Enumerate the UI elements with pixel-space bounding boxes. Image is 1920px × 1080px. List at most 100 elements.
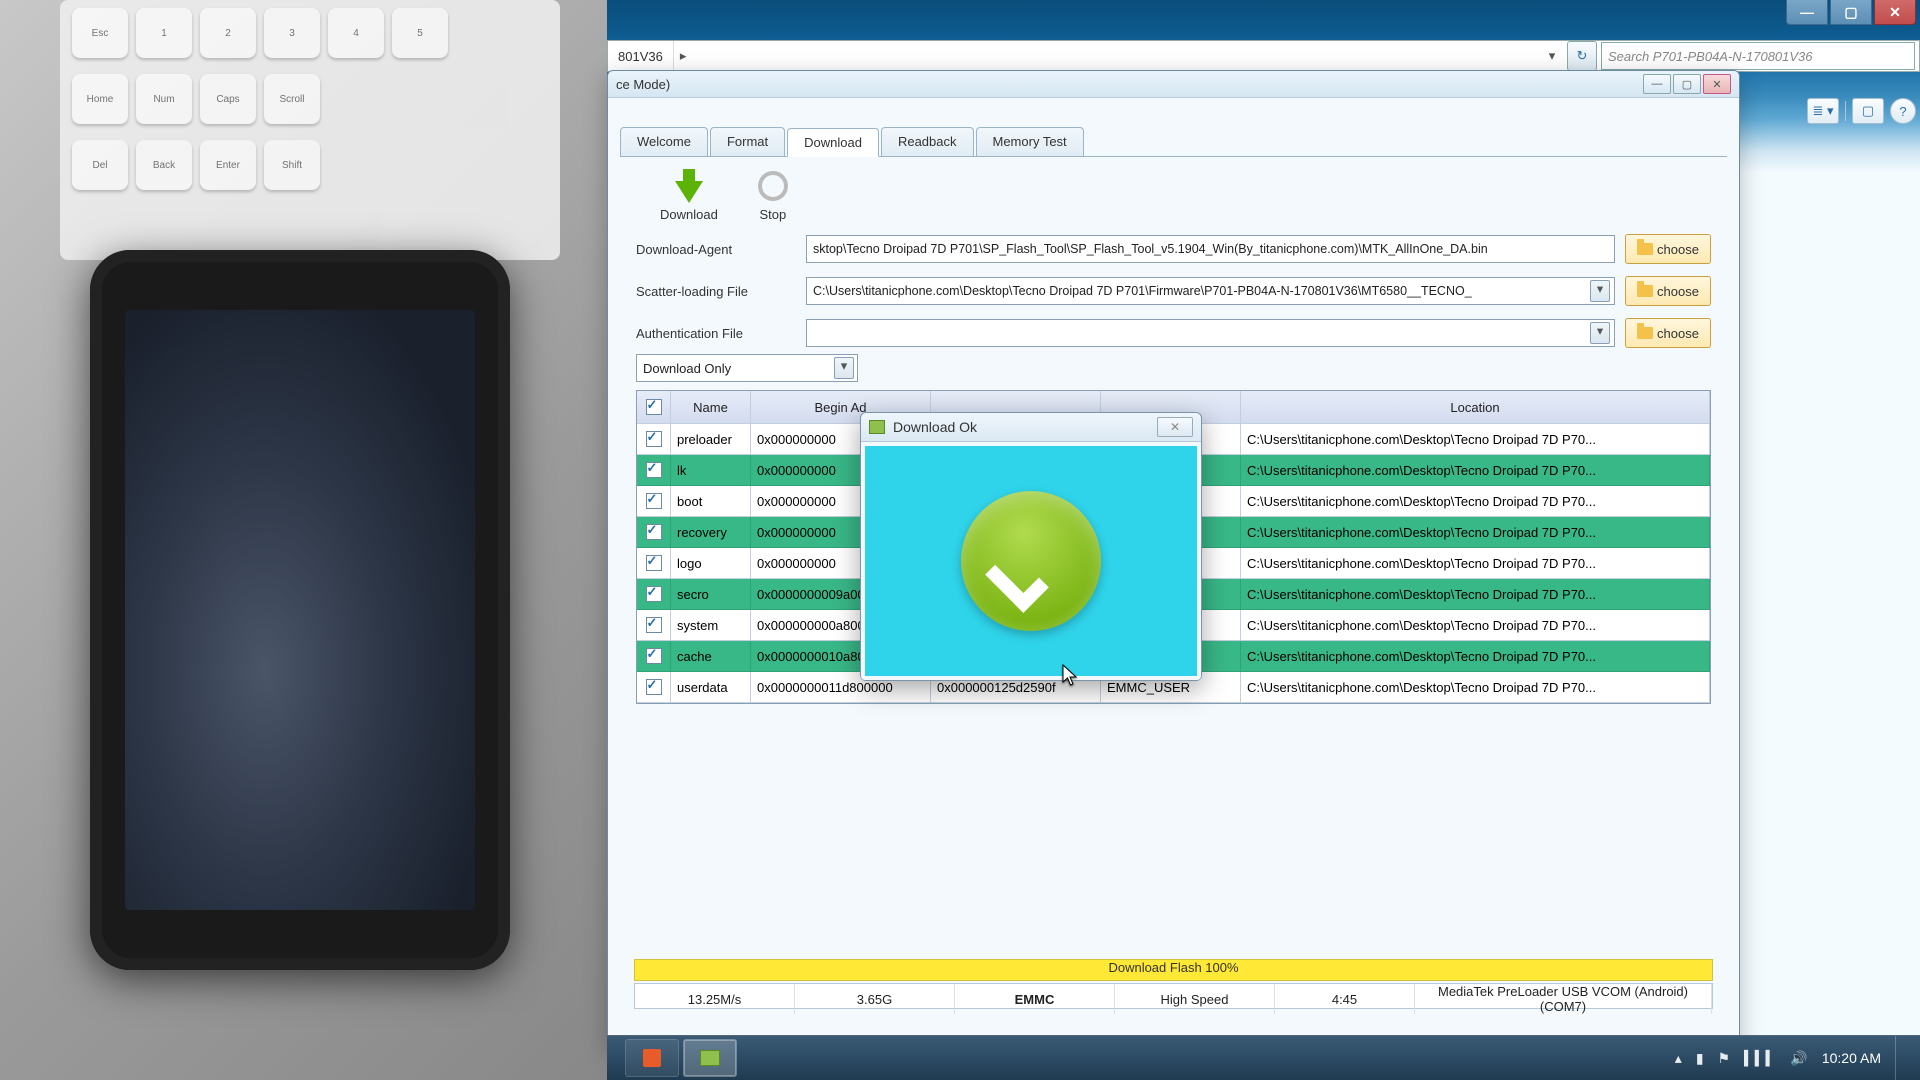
tab-welcome[interactable]: Welcome	[620, 127, 708, 156]
preview-pane-button[interactable]: ▢	[1852, 98, 1884, 124]
taskbar-app-1[interactable]	[625, 1039, 679, 1077]
download-action-button[interactable]: Download	[660, 169, 718, 222]
refresh-button[interactable]: ↻	[1567, 41, 1597, 71]
cell-location: C:\Users\titanicphone.com\Desktop\Tecno …	[1241, 641, 1710, 672]
view-options-button[interactable]: ≣ ▾	[1807, 98, 1839, 124]
explorer-view-toolbar: ≣ ▾ ▢ ?	[1807, 98, 1916, 124]
taskbar-app-sp-flash-tool[interactable]	[683, 1039, 737, 1077]
tab-readback[interactable]: Readback	[881, 127, 974, 156]
stop-action-label: Stop	[759, 207, 786, 222]
cell-location: C:\Users\titanicphone.com\Desktop\Tecno …	[1241, 579, 1710, 610]
stop-action-button[interactable]: Stop	[758, 169, 788, 222]
app-icon	[643, 1049, 661, 1067]
row-checkbox[interactable]	[646, 462, 662, 478]
sp-maximize-button[interactable]: ▢	[1673, 74, 1701, 94]
col-location[interactable]: Location	[1241, 391, 1710, 424]
windows-taskbar[interactable]: ▴ ▮ ⚑ ▍▍▍ 🔊 10:20 AM	[607, 1035, 1920, 1080]
tab-memory-test[interactable]: Memory Test	[976, 127, 1084, 156]
input-download-agent[interactable]: sktop\Tecno Droipad 7D P701\SP_Flash_Too…	[806, 235, 1615, 263]
cell-name: preloader	[671, 424, 751, 455]
cell-location: C:\Users\titanicphone.com\Desktop\Tecno …	[1241, 455, 1710, 486]
show-desktop-button[interactable]	[1895, 1036, 1908, 1080]
tray-clock[interactable]: 10:20 AM	[1822, 1050, 1881, 1066]
header-checkbox[interactable]	[646, 399, 662, 415]
success-check-icon	[961, 491, 1101, 631]
dialog-title-text: Download Ok	[893, 419, 977, 435]
cell-name: secro	[671, 579, 751, 610]
row-checkbox[interactable]	[646, 524, 662, 540]
choose-label: choose	[1657, 242, 1699, 257]
sp-close-button[interactable]: ✕	[1703, 74, 1731, 94]
label-download-agent: Download-Agent	[636, 242, 796, 257]
row-checkbox[interactable]	[646, 493, 662, 509]
tray-battery-icon[interactable]: ▮	[1696, 1050, 1704, 1067]
choose-scatter-button[interactable]: choose	[1625, 276, 1711, 306]
row-checkbox[interactable]	[646, 679, 662, 695]
cell-location: C:\Users\titanicphone.com\Desktop\Tecno …	[1241, 610, 1710, 641]
stop-icon	[758, 171, 788, 201]
row-checkbox[interactable]	[646, 617, 662, 633]
folder-icon	[1637, 327, 1653, 339]
download-action-label: Download	[660, 207, 718, 222]
physical-photo-background: Esc12345 HomeNumCapsScroll DelBackEnterS…	[0, 0, 610, 1080]
status-device: MediaTek PreLoader USB VCOM (Android) (C…	[1415, 984, 1712, 1014]
explorer-address-bar[interactable]: 801V36 ▸ ▾ ↻ Search P701-PB04A-N-170801V…	[607, 40, 1920, 72]
row-checkbox[interactable]	[646, 555, 662, 571]
cell-location: C:\Users\titanicphone.com\Desktop\Tecno …	[1241, 486, 1710, 517]
dialog-titlebar[interactable]: Download Ok ✕	[861, 413, 1201, 442]
dialog-body	[861, 442, 1201, 680]
physical-keyboard: Esc12345 HomeNumCapsScroll DelBackEnterS…	[60, 0, 560, 260]
download-mode-select[interactable]: Download Only	[636, 354, 858, 382]
status-size: 3.65G	[795, 984, 955, 1014]
cell-name: system	[671, 610, 751, 641]
status-bar: 13.25M/s 3.65G EMMC High Speed 4:45 Medi…	[634, 983, 1713, 1009]
download-arrow-icon	[675, 181, 703, 203]
tray-volume-icon[interactable]: 🔊	[1790, 1050, 1807, 1067]
col-name[interactable]: Name	[671, 391, 751, 424]
outer-minimize-button[interactable]: —	[1786, 0, 1828, 25]
status-speed: 13.25M/s	[635, 984, 795, 1014]
help-button[interactable]: ?	[1890, 98, 1916, 124]
tray-flag-icon[interactable]: ⚑	[1718, 1050, 1731, 1067]
cell-name: boot	[671, 486, 751, 517]
cell-name: cache	[671, 641, 751, 672]
choose-label: choose	[1657, 284, 1699, 299]
tab-format[interactable]: Format	[710, 127, 785, 156]
tray-chevron-up-icon[interactable]: ▴	[1675, 1050, 1682, 1067]
dialog-close-button[interactable]: ✕	[1157, 417, 1193, 437]
choose-da-button[interactable]: choose	[1625, 234, 1711, 264]
tab-download[interactable]: Download	[787, 128, 879, 157]
breadcrumb-arrow-icon[interactable]: ▸	[674, 48, 693, 64]
cell-location: C:\Users\titanicphone.com\Desktop\Tecno …	[1241, 424, 1710, 455]
refresh-icon: ↻	[1577, 48, 1588, 64]
breadcrumb-dropdown-icon[interactable]: ▾	[1541, 48, 1563, 64]
label-auth-file: Authentication File	[636, 326, 796, 341]
toolbar-separator	[1845, 101, 1846, 121]
app-icon	[700, 1050, 720, 1066]
status-usb-mode: High Speed	[1115, 984, 1275, 1014]
mouse-cursor-icon	[1062, 664, 1080, 688]
cell-name: userdata	[671, 672, 751, 703]
choose-auth-button[interactable]: choose	[1625, 318, 1711, 348]
flash-progress-bar: Download Flash 100%	[634, 959, 1713, 981]
row-checkbox[interactable]	[646, 431, 662, 447]
status-storage: EMMC	[955, 984, 1115, 1014]
sp-title-text: ce Mode)	[616, 77, 670, 92]
breadcrumb-segment[interactable]: 801V36	[608, 41, 674, 71]
outer-window-controls: — ▢ ✕	[1786, 0, 1916, 25]
row-checkbox[interactable]	[646, 586, 662, 602]
sp-titlebar[interactable]: ce Mode) — ▢ ✕	[608, 71, 1739, 98]
system-tray: ▴ ▮ ⚑ ▍▍▍ 🔊 10:20 AM	[1675, 1036, 1920, 1080]
physical-phone	[90, 250, 510, 970]
input-scatter-file[interactable]: C:\Users\titanicphone.com\Desktop\Tecno …	[806, 277, 1615, 305]
input-auth-file[interactable]	[806, 319, 1615, 347]
outer-maximize-button[interactable]: ▢	[1830, 0, 1872, 25]
dialog-app-icon	[869, 420, 885, 434]
row-checkbox[interactable]	[646, 648, 662, 664]
physical-phone-screen	[125, 310, 475, 910]
explorer-search-input[interactable]: Search P701-PB04A-N-170801V36	[1601, 42, 1915, 70]
sp-minimize-button[interactable]: —	[1643, 74, 1671, 94]
tray-network-icon[interactable]: ▍▍▍	[1744, 1050, 1776, 1067]
outer-close-button[interactable]: ✕	[1874, 0, 1916, 25]
cell-name: lk	[671, 455, 751, 486]
